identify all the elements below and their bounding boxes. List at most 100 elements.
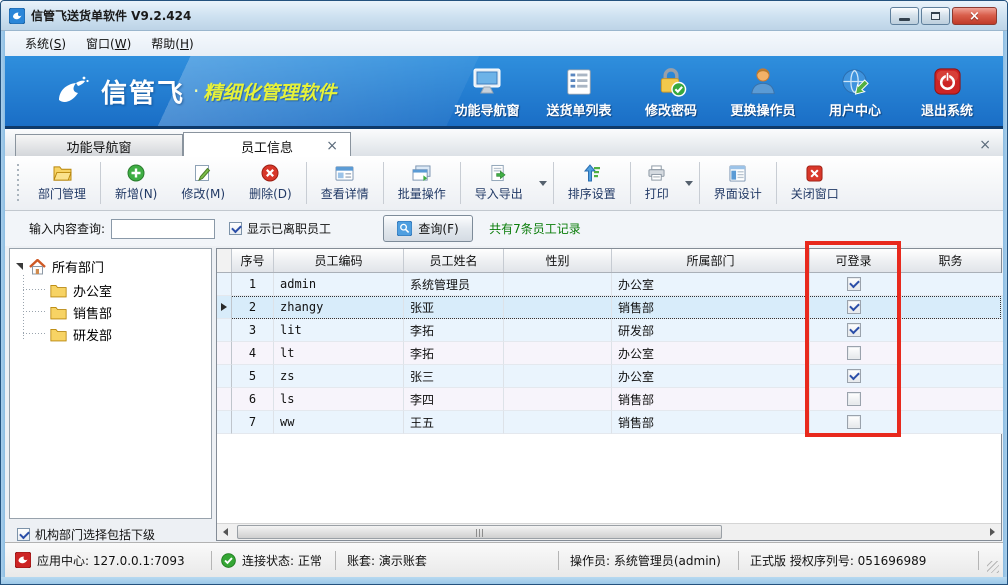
delete-icon: [261, 164, 279, 182]
department-tree-panel: 所有部门 办公室 销售部 研发部: [9, 248, 212, 519]
dept-manage-button[interactable]: 部门管理: [26, 156, 98, 210]
minimize-button[interactable]: [890, 7, 919, 25]
row-marker: [217, 319, 232, 342]
sort-icon: [583, 164, 601, 182]
col-header-duty[interactable]: 职务: [898, 249, 1003, 272]
tree-footer: 机构部门选择包括下级: [17, 526, 155, 543]
tabstrip-close-icon[interactable]: ×: [979, 137, 991, 153]
menu-window[interactable]: 窗口(W): [76, 31, 141, 56]
magnifier-icon: [397, 221, 412, 236]
scroll-right-icon[interactable]: [984, 524, 1001, 540]
include-sub-checkbox[interactable]: [17, 528, 30, 541]
account-status: 账套: 演示账套: [347, 543, 427, 577]
nav-function-window-button[interactable]: 功能导航窗: [447, 62, 527, 122]
monitor-icon: [471, 67, 503, 97]
app-center-status: 应用中心: 127.0.0.1:7093: [15, 543, 185, 577]
close-button[interactable]: ×: [952, 7, 997, 25]
include-sub-label: 机构部门选择包括下级: [35, 526, 155, 543]
scroll-left-icon[interactable]: [217, 524, 234, 540]
print-button[interactable]: 打印: [633, 156, 681, 210]
nav-change-operator-button[interactable]: 更换操作员: [723, 62, 803, 122]
table-row[interactable]: 5 zs 张三 办公室: [217, 365, 1001, 388]
folder-icon: [53, 165, 72, 182]
col-header-no[interactable]: 序号: [232, 249, 274, 272]
operator-status: 操作员: 系统管理员(admin): [570, 543, 721, 577]
table-row[interactable]: 2 zhangy 张亚 销售部: [217, 296, 1001, 319]
can-login-checkbox[interactable]: [847, 300, 861, 314]
tree-expand-icon[interactable]: [16, 263, 23, 270]
resize-grip[interactable]: [987, 561, 999, 573]
menu-system[interactable]: 系统(S): [15, 31, 76, 56]
col-header-name[interactable]: 员工姓名: [404, 249, 504, 272]
batch-icon: [412, 165, 431, 182]
status-bar: 应用中心: 127.0.0.1:7093 连接状态: 正常 账套: 演示账套 操…: [5, 542, 1003, 577]
view-detail-button[interactable]: 查看详情: [309, 156, 381, 210]
tree-node-all-departments[interactable]: 所有部门: [16, 257, 104, 276]
restore-button[interactable]: [921, 7, 950, 25]
import-export-button[interactable]: 导入导出: [463, 156, 535, 210]
sort-settings-button[interactable]: 排序设置: [556, 156, 628, 210]
tree-node-office[interactable]: 办公室: [50, 281, 112, 300]
close-icon: ×: [969, 9, 980, 24]
table-row[interactable]: 1 admin 系统管理员 办公室: [217, 273, 1001, 296]
can-login-checkbox[interactable]: [847, 346, 861, 360]
horizontal-scrollbar[interactable]: [217, 523, 1001, 540]
import-export-icon: [490, 164, 507, 182]
add-button[interactable]: 新增(N): [103, 156, 169, 210]
print-dropdown-icon[interactable]: [685, 181, 693, 186]
ui-design-button[interactable]: 界面设计: [702, 156, 774, 210]
table-row[interactable]: 6 ls 李四 销售部: [217, 388, 1001, 411]
tab-function-nav[interactable]: 功能导航窗: [15, 134, 183, 158]
import-export-dropdown-icon[interactable]: [539, 181, 547, 186]
nav-delivery-list-button[interactable]: 送货单列表: [539, 62, 619, 122]
tab-employee-info[interactable]: 员工信息 ×: [183, 132, 351, 159]
folder-icon: [50, 328, 67, 342]
app-center-icon: [15, 552, 31, 568]
search-input[interactable]: [111, 219, 215, 239]
show-resigned-checkbox[interactable]: [229, 222, 242, 235]
add-icon: [127, 164, 145, 182]
tab-close-icon[interactable]: ×: [326, 139, 338, 153]
delete-button[interactable]: 删除(D): [237, 156, 304, 210]
query-button[interactable]: 查询(F): [383, 215, 473, 242]
table-row[interactable]: 3 lit 李拓 研发部: [217, 319, 1001, 342]
col-header-can-login[interactable]: 可登录: [810, 249, 898, 272]
toolbar-grip[interactable]: [15, 164, 22, 202]
grid-header: 序号 员工编码 员工姓名 性别 所属部门 可登录 职务: [217, 249, 1001, 273]
edit-button[interactable]: 修改(M): [169, 156, 237, 210]
can-login-checkbox[interactable]: [847, 323, 861, 337]
operator-icon: [748, 66, 778, 97]
close-window-button[interactable]: 关闭窗口: [779, 156, 851, 210]
table-row[interactable]: 7 ww 王五 销售部: [217, 411, 1001, 434]
detail-icon: [335, 165, 354, 182]
home-icon: [29, 259, 46, 275]
employee-grid: 序号 员工编码 员工姓名 性别 所属部门 可登录 职务 1 admin 系统管理…: [216, 248, 1002, 541]
col-header-gender[interactable]: 性别: [504, 249, 612, 272]
menu-help[interactable]: 帮助(H): [141, 31, 203, 56]
tree-node-sales[interactable]: 销售部: [50, 303, 112, 322]
restore-icon: [931, 12, 940, 20]
power-icon: [932, 66, 963, 97]
nav-user-center-button[interactable]: 用户中心: [815, 62, 895, 122]
can-login-checkbox[interactable]: [847, 415, 861, 429]
nav-change-password-button[interactable]: 修改密码: [631, 62, 711, 122]
can-login-checkbox[interactable]: [847, 369, 861, 383]
toolbar: 部门管理 新增(N) 修改(M) 删除(D) 查看详情 批量操作 导入导出: [5, 156, 1003, 211]
col-header-code[interactable]: 员工编码: [274, 249, 404, 272]
scrollbar-thumb[interactable]: [237, 525, 722, 539]
batch-operation-button[interactable]: 批量操作: [386, 156, 458, 210]
connection-status: 连接状态: 正常: [221, 543, 322, 577]
nav-exit-system-button[interactable]: 退出系统: [907, 62, 987, 122]
table-row[interactable]: 4 lt 李拓 办公室: [217, 342, 1001, 365]
row-marker: [217, 365, 232, 388]
title-bar[interactable]: 信管飞送货单软件 V9.2.424 ×: [1, 1, 1007, 31]
minimize-icon: [899, 18, 910, 21]
can-login-checkbox[interactable]: [847, 277, 861, 291]
can-login-checkbox[interactable]: [847, 392, 861, 406]
search-row: 输入内容查询: 显示已离职员工 查询(F) 共有7条员工记录: [5, 211, 1003, 246]
col-header-dept[interactable]: 所属部门: [612, 249, 810, 272]
tree-node-rnd[interactable]: 研发部: [50, 325, 112, 344]
search-label: 输入内容查询:: [29, 220, 105, 237]
app-logo-icon: [9, 8, 25, 24]
brand-slogan: 精细化管理软件: [203, 78, 336, 105]
